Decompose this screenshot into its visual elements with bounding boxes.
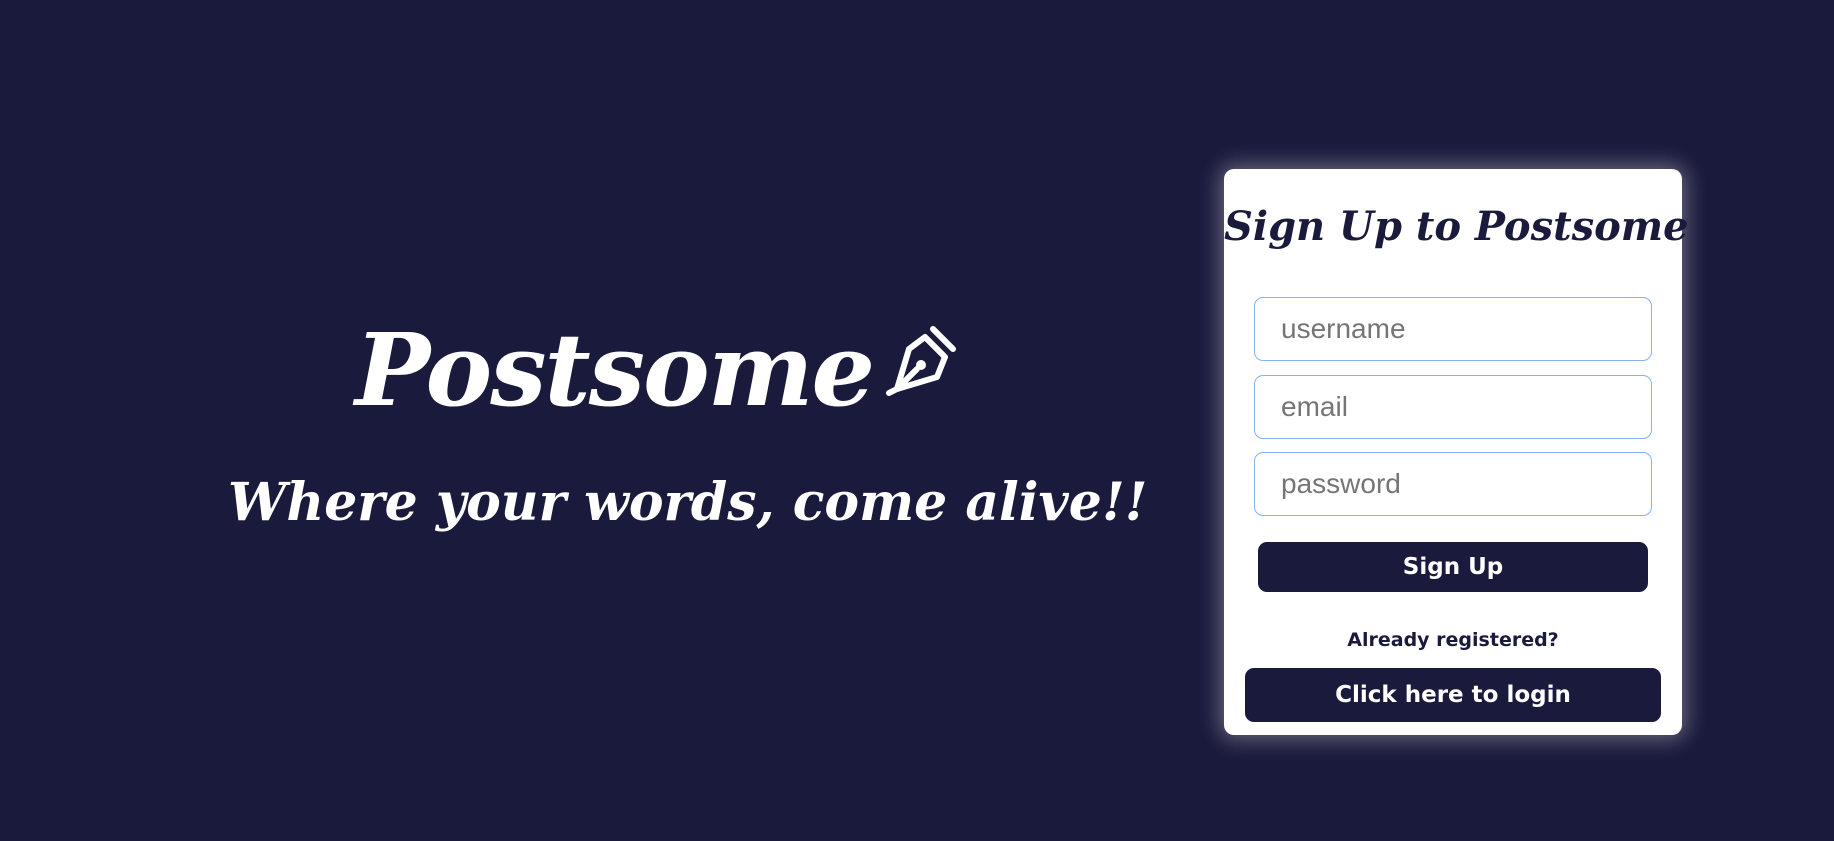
password-input[interactable] — [1254, 452, 1652, 516]
tagline: Where your words, come alive!! — [228, 472, 1148, 533]
signup-title: Sign Up to Postsome — [1224, 203, 1689, 250]
brand-title: Postsome — [355, 311, 875, 429]
email-input[interactable] — [1254, 375, 1652, 439]
signup-card: Sign Up to Postsome Sign Up Already regi… — [1224, 169, 1689, 735]
pen-nib-icon — [873, 326, 961, 407]
username-input[interactable] — [1254, 297, 1652, 361]
brand-logo: Postsome — [355, 310, 961, 430]
login-link-button[interactable]: Click here to login — [1245, 668, 1661, 722]
hero-section: Postsome Where your words, come alive!! — [0, 0, 1200, 841]
already-registered-text: Already registered? — [1347, 629, 1559, 651]
sign-up-button[interactable]: Sign Up — [1258, 542, 1648, 592]
